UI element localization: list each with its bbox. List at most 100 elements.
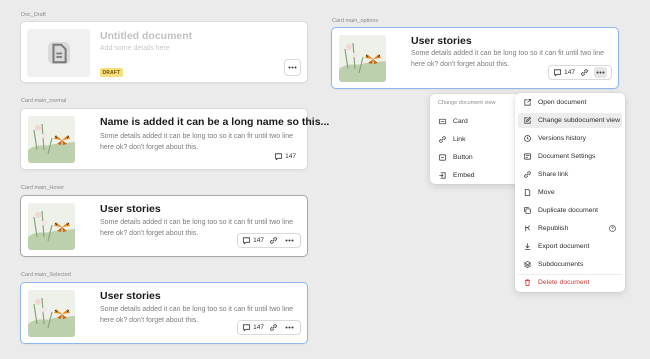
menu-item-share-link[interactable]: Share link — [518, 167, 622, 182]
duplicate-icon — [523, 206, 532, 215]
butterfly-thumbnail — [28, 116, 75, 163]
submenu-item-link[interactable]: Link — [433, 132, 518, 147]
menu-item-label: Subdocuments — [538, 261, 584, 268]
button-icon — [438, 153, 447, 162]
submenu-item-card[interactable]: Card — [433, 114, 518, 129]
change-view-submenu: Change document view Card Link Button Em… — [430, 94, 521, 184]
menu-item-label: Delete document — [538, 279, 590, 286]
link-icon[interactable] — [580, 68, 589, 77]
butterfly-thumbnail — [28, 203, 75, 250]
submenu-item-embed[interactable]: Embed — [433, 168, 518, 183]
settings-icon — [523, 152, 532, 161]
submenu-item-label: Button — [453, 154, 473, 161]
butterfly-thumbnail — [339, 35, 386, 82]
submenu-item-label: Embed — [453, 172, 475, 179]
menu-item-label: Share link — [538, 171, 569, 178]
comment-count[interactable]: 147 — [242, 323, 264, 332]
card-title: User stories — [100, 290, 161, 302]
embed-icon — [438, 171, 447, 180]
submenu-item-button[interactable]: Button — [433, 150, 518, 165]
frame-label-doc-draft: Doc_Draft — [21, 12, 46, 18]
more-options-button[interactable] — [283, 322, 296, 333]
document-icon — [47, 42, 70, 64]
more-dots-icon — [288, 66, 297, 69]
butterfly-thumbnail — [28, 290, 75, 337]
link-icon[interactable] — [269, 236, 278, 245]
edit-icon — [523, 116, 532, 125]
frame-label-card-selected: Card main_Selected — [21, 272, 71, 278]
open-external-icon — [523, 98, 532, 107]
more-options-button[interactable] — [284, 59, 301, 76]
menu-item-label: Move — [538, 189, 555, 196]
menu-item-open-document[interactable]: Open document — [518, 95, 622, 110]
menu-item-label: Change subdocument view — [538, 117, 620, 124]
draft-thumbnail — [27, 29, 90, 77]
menu-item-label: Document Settings — [538, 153, 596, 160]
layers-icon — [523, 260, 532, 269]
link-icon — [523, 170, 532, 179]
link-icon — [438, 135, 447, 144]
more-dots-icon — [596, 71, 605, 74]
frame-label-card-hover: Card main_Hover — [21, 185, 65, 191]
menu-item-delete-document[interactable]: Delete document — [518, 275, 622, 290]
draft-title: Untitled document — [100, 30, 193, 42]
card-options[interactable]: User stories Some details added it can b… — [331, 27, 619, 89]
submenu-item-label: Card — [453, 118, 468, 125]
more-dots-icon — [285, 326, 294, 329]
history-icon — [523, 134, 532, 143]
comment-count[interactable]: 147 — [553, 68, 575, 77]
comment-icon — [553, 68, 562, 77]
menu-item-document-settings[interactable]: Document Settings — [518, 149, 622, 164]
card-title: User stories — [100, 203, 161, 215]
card-title: User stories — [411, 35, 472, 47]
draft-description: Add some details here — [100, 45, 170, 52]
menu-item-label: Versions history — [538, 135, 586, 142]
menu-item-change-subdocument-view[interactable]: Change subdocument view — [518, 113, 622, 128]
menu-item-subdocuments[interactable]: Subdocuments — [518, 257, 622, 272]
republish-icon — [523, 224, 532, 233]
comment-icon — [242, 323, 251, 332]
help-circle-icon[interactable] — [608, 224, 617, 233]
menu-item-label: Republish — [538, 225, 569, 232]
menu-item-label: Export document — [538, 243, 590, 250]
document-context-menu: Open document Change subdocument view Ve… — [515, 93, 625, 292]
move-icon — [523, 188, 532, 197]
more-dots-icon — [285, 239, 294, 242]
menu-item-move[interactable]: Move — [518, 185, 622, 200]
menu-item-republish[interactable]: Republish — [518, 221, 622, 236]
card-actions: 147 — [237, 320, 301, 335]
comment-count[interactable]: 147 — [274, 152, 296, 161]
comment-count-value: 147 — [253, 324, 264, 331]
menu-item-duplicate-document[interactable]: Duplicate document — [518, 203, 622, 218]
card-actions: 147 — [237, 233, 301, 248]
menu-item-label: Open document — [538, 99, 587, 106]
card-title: Name is added it can be a long name so t… — [100, 116, 330, 128]
card-actions: 147 — [548, 65, 612, 80]
menu-item-versions-history[interactable]: Versions history — [518, 131, 622, 146]
submenu-title: Change document view — [438, 100, 496, 106]
card-selected[interactable]: User stories Some details added it can b… — [20, 282, 308, 344]
submenu-item-label: Link — [453, 136, 466, 143]
comment-count-value: 147 — [564, 69, 575, 76]
menu-item-export-document[interactable]: Export document — [518, 239, 622, 254]
frame-label-card-options: Card main_options — [332, 18, 379, 24]
card-actions: 147 — [273, 149, 297, 164]
comment-count-value: 147 — [253, 237, 264, 244]
frame-label-card-normal: Card main_normal — [21, 98, 67, 104]
card-description: Some details added it can be long too so… — [100, 133, 294, 151]
download-icon — [523, 242, 532, 251]
card-normal[interactable]: Name is added it can be a long name so t… — [20, 108, 329, 170]
link-icon[interactable] — [269, 323, 278, 332]
comment-icon — [274, 152, 283, 161]
card-hover[interactable]: User stories Some details added it can b… — [20, 195, 308, 257]
more-options-button[interactable] — [594, 67, 607, 78]
comment-count[interactable]: 147 — [242, 236, 264, 245]
comment-icon — [242, 236, 251, 245]
more-options-button[interactable] — [283, 235, 296, 246]
trash-icon — [523, 278, 532, 287]
card-icon — [438, 117, 447, 126]
menu-item-label: Duplicate document — [538, 207, 599, 214]
comment-count-value: 147 — [285, 153, 296, 160]
draft-card[interactable]: Untitled document Add some details here … — [20, 21, 308, 83]
draft-badge: DRAFT — [100, 68, 123, 77]
